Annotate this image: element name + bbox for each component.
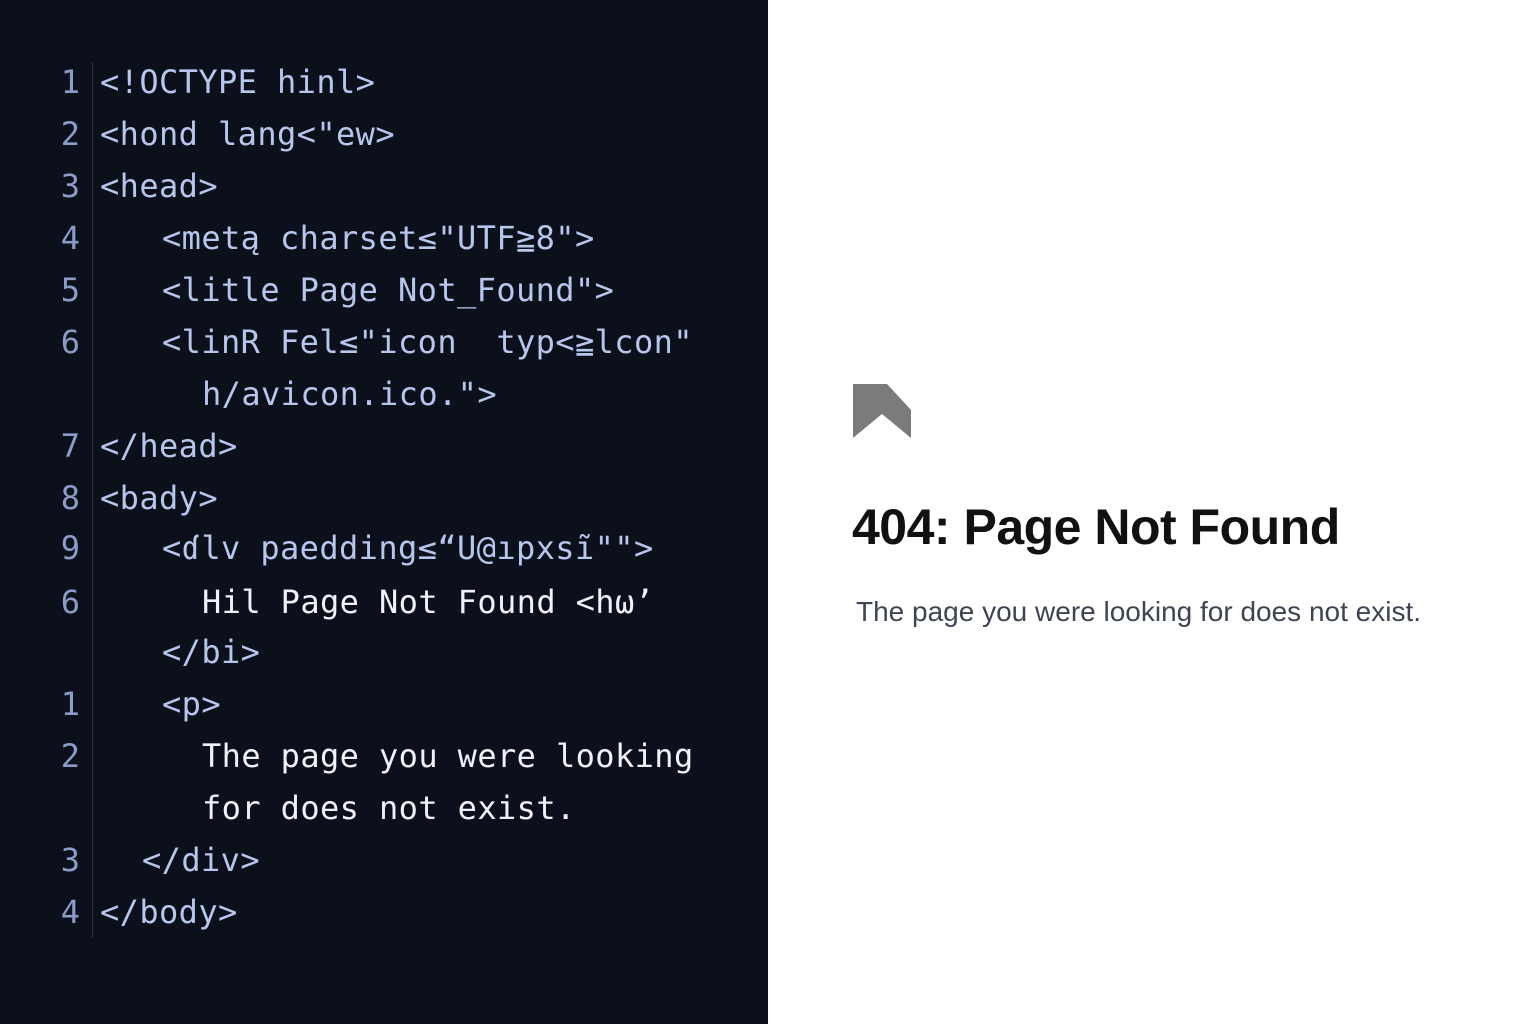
code-line: h/avicon.ico."> xyxy=(0,374,768,414)
line-text: <metą charset≤"UTF≧8"> xyxy=(162,219,595,257)
line-text: </body> xyxy=(100,893,238,931)
code-line: 9 <ɗlv paedding≤“U@ıpxsĩ""> xyxy=(0,528,768,568)
line-number: 6 xyxy=(60,323,80,361)
code-line: 3 </div> xyxy=(0,840,768,880)
line-number: 4 xyxy=(60,893,80,931)
line-number: 8 xyxy=(60,479,80,517)
line-text: </bi> xyxy=(162,633,261,671)
code-line: 7 </head> xyxy=(0,426,768,466)
line-number: 2 xyxy=(60,115,80,153)
code-line: 1 <p> xyxy=(0,684,768,724)
line-number: 1 xyxy=(60,685,80,723)
line-number: 9 xyxy=(60,529,80,567)
line-number: 2 xyxy=(60,737,80,775)
code-line: 1 <!OCTYPE hinl> xyxy=(0,62,768,102)
line-text: <litle Page Not_Found"> xyxy=(162,271,615,309)
line-text: </div> xyxy=(142,841,260,879)
line-text: The page you were looking xyxy=(202,737,694,775)
line-number: 3 xyxy=(60,841,80,879)
line-text: </head> xyxy=(100,427,238,465)
line-text: <p> xyxy=(162,685,221,723)
line-number: 1 xyxy=(60,63,80,101)
code-line: 8 <bady> xyxy=(0,478,768,518)
line-text: <!OCTYPE hinl> xyxy=(100,63,376,101)
code-line: 2 The page you were looking xyxy=(0,736,768,776)
code-line: 6 <linR Fel≤"icon typ<≧lcon" xyxy=(0,322,768,362)
line-number: 5 xyxy=(60,271,80,309)
code-line: </bi> xyxy=(0,632,768,672)
error-message: The page you were looking for does not e… xyxy=(856,596,1422,627)
code-line: 2 <hond lang<"ew> xyxy=(0,114,768,154)
page-title: 404: Page Not Found xyxy=(852,499,1340,555)
line-text: <linR Fel≤"icon typ<≧lcon" xyxy=(162,323,693,361)
bookmark-icon xyxy=(853,384,911,438)
code-line: 4 </body> xyxy=(0,892,768,932)
code-editor[interactable]: 1 <!OCTYPE hinl> 2 <hond lang<"ew> 3 <he… xyxy=(0,0,768,1024)
line-text: <hond lang<"ew> xyxy=(100,115,395,153)
line-number: 6 xyxy=(60,583,80,621)
line-number: 4 xyxy=(60,219,80,257)
code-line: 3 <head> xyxy=(0,166,768,206)
line-number: 3 xyxy=(60,167,80,205)
line-text: <ɗlv paedding≤“U@ıpxsĩ""> xyxy=(162,529,654,567)
code-line: 4 <metą charset≤"UTF≧8"> xyxy=(0,218,768,258)
line-text: for does not exist. xyxy=(202,789,576,827)
line-text: Hil Page Not Found <hω’ xyxy=(202,583,655,621)
line-text: h/avicon.ico."> xyxy=(202,375,497,413)
code-line: for does not exist. xyxy=(0,788,768,828)
code-line: 6 Hil Page Not Found <hω’ xyxy=(0,582,768,622)
line-number: 7 xyxy=(60,427,80,465)
line-text: <bady> xyxy=(100,479,218,517)
line-text: <head> xyxy=(100,167,218,205)
code-line: 5 <litle Page Not_Found"> xyxy=(0,270,768,310)
